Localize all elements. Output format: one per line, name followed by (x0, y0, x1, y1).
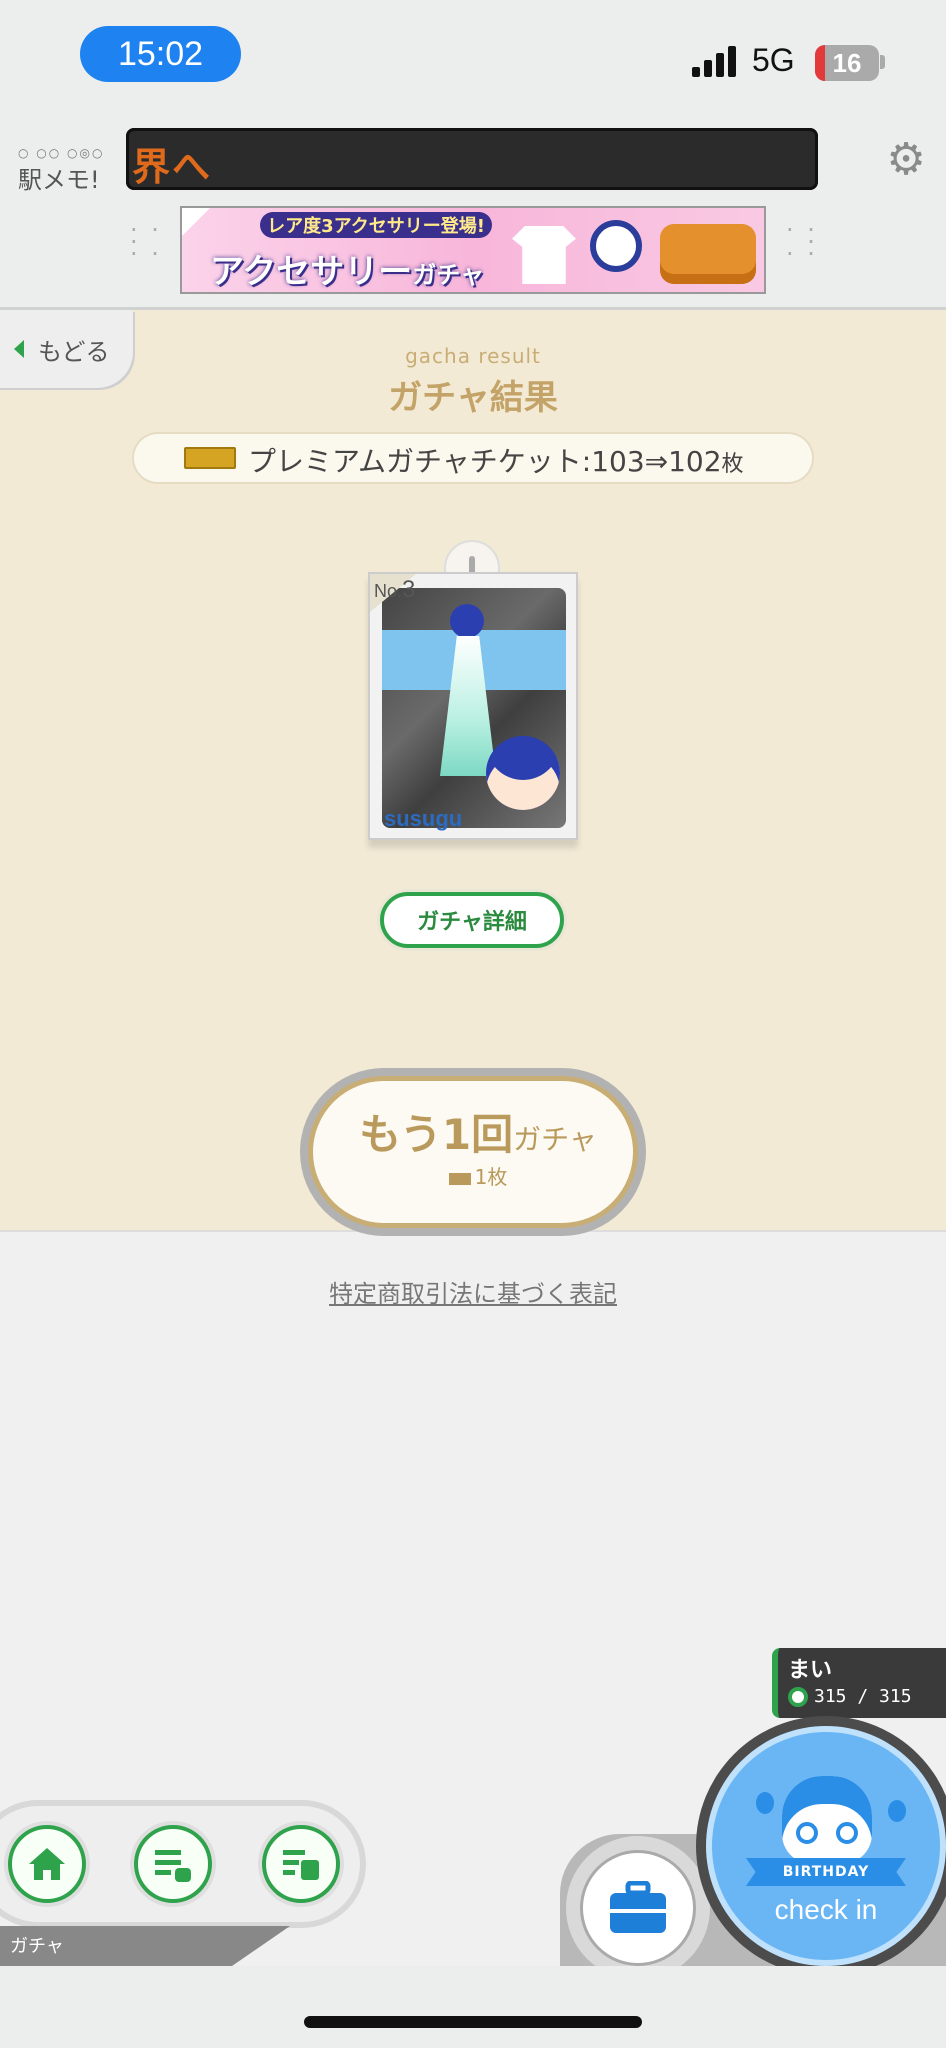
figure-head (450, 604, 484, 638)
hp-value: 315 / 315 (814, 1686, 912, 1707)
again-suffix: ガチャ (513, 1123, 597, 1156)
player-hp: 315 / 315 (788, 1686, 912, 1707)
status-time: 15:02 (80, 26, 241, 82)
again-cost-text: 1枚 (474, 1165, 508, 1189)
balloon-icon (888, 1800, 906, 1822)
card-number-value: 3 (402, 576, 416, 603)
checkin-button[interactable]: BIRTHDAY check in (706, 1726, 946, 1966)
signal-bars-icon (692, 45, 738, 77)
hp-icon (788, 1686, 808, 1707)
sparkle-left-icon: · · · · · (130, 216, 162, 268)
page-title: ガチャ結果 (388, 378, 558, 418)
ticket-text: プレミアムガチャチケット:103⇒102枚 (248, 440, 744, 480)
battery-level: 16 (832, 47, 862, 78)
birthday-ribbon: BIRTHDAY (746, 1858, 906, 1886)
briefcase-icon (610, 1881, 666, 1933)
gacha-result-panel: もどる gacha result ガチャ結果 プレミアムガチャチケット:103⇒… (0, 310, 946, 1236)
briefcase-button[interactable] (580, 1850, 696, 1966)
card-number: No.3 (374, 576, 415, 604)
mascot-eyes (796, 1822, 860, 1846)
home-icon[interactable] (8, 1825, 86, 1903)
legal-notice-link[interactable]: 特定商取引法に基づく表記 (0, 1274, 946, 1309)
card-name: susugu (384, 806, 463, 831)
sparkle-right-icon: · · · · · (786, 216, 818, 268)
gacha-detail-button[interactable]: ガチャ詳細 (380, 892, 564, 948)
current-section-label: ガチャ (10, 1936, 64, 1957)
figure-body (440, 636, 496, 776)
character-face (486, 736, 560, 810)
app-logo[interactable]: ○ ○○ ○◎○ 駅メモ! (18, 146, 118, 206)
ticket-small-icon (448, 1172, 471, 1185)
player-status[interactable]: まい 315 / 315 (772, 1648, 946, 1718)
logo-dots: ○ ○○ ○◎○ (18, 146, 105, 160)
page-subtitle: gacha result (405, 344, 541, 368)
ticket-icon (184, 447, 236, 469)
tshirt-icon (512, 226, 576, 284)
banner-main-text: アクセサリーガチャ (210, 244, 485, 292)
gacha-again-button[interactable]: もう1回ガチャ 1枚 (308, 1076, 638, 1228)
ticker-text: 界へ (132, 145, 213, 189)
checkin-label: check in (774, 1894, 878, 1925)
gear-icon[interactable]: ⚙ (884, 138, 928, 182)
player-name: まい (788, 1658, 833, 1683)
status-bar: 15:02 5G 16 (0, 0, 946, 112)
gacha-banner[interactable]: レア度3アクセサリー登場! アクセサリーガチャ (180, 206, 766, 294)
app-header: ○ ○○ ○◎○ 駅メモ! 界へ ⚙ · · · · · · · · · · レア度3… (0, 112, 946, 310)
result-card[interactable]: No.3 susugu (368, 572, 578, 840)
banner-title: アクセサリー (210, 252, 413, 292)
banner-corner (182, 208, 210, 236)
battery-icon: 16 (815, 45, 879, 81)
battery-tip (880, 55, 885, 69)
ticket-unit: 枚 (721, 452, 744, 477)
led-ticker: 界へ (126, 128, 818, 190)
mascot-face (782, 1776, 872, 1864)
again-main-text: もう1回 (359, 1110, 514, 1159)
card-art (382, 588, 566, 828)
clock-icon (590, 220, 642, 272)
ticket-count: プレミアムガチャチケット:103⇒102 (248, 445, 722, 478)
again-cost: 1枚 (313, 1161, 643, 1190)
cushion-icon (660, 224, 756, 284)
train-list-icon[interactable] (262, 1825, 340, 1903)
home-indicator-area (0, 1966, 946, 2048)
network-type: 5G (752, 42, 795, 78)
balloon-icon (756, 1792, 774, 1814)
ticket-count-bar: プレミアムガチャチケット:103⇒102枚 (134, 434, 812, 482)
card-number-prefix: No. (374, 581, 403, 601)
banner-subtitle: ガチャ (412, 261, 485, 289)
home-indicator[interactable] (304, 2016, 642, 2028)
station-list-icon[interactable] (134, 1825, 212, 1903)
again-label: もう1回ガチャ (313, 1101, 643, 1162)
logo-text: 駅メモ! (18, 166, 100, 194)
banner-top-text: レア度3アクセサリー登場! (260, 212, 492, 238)
